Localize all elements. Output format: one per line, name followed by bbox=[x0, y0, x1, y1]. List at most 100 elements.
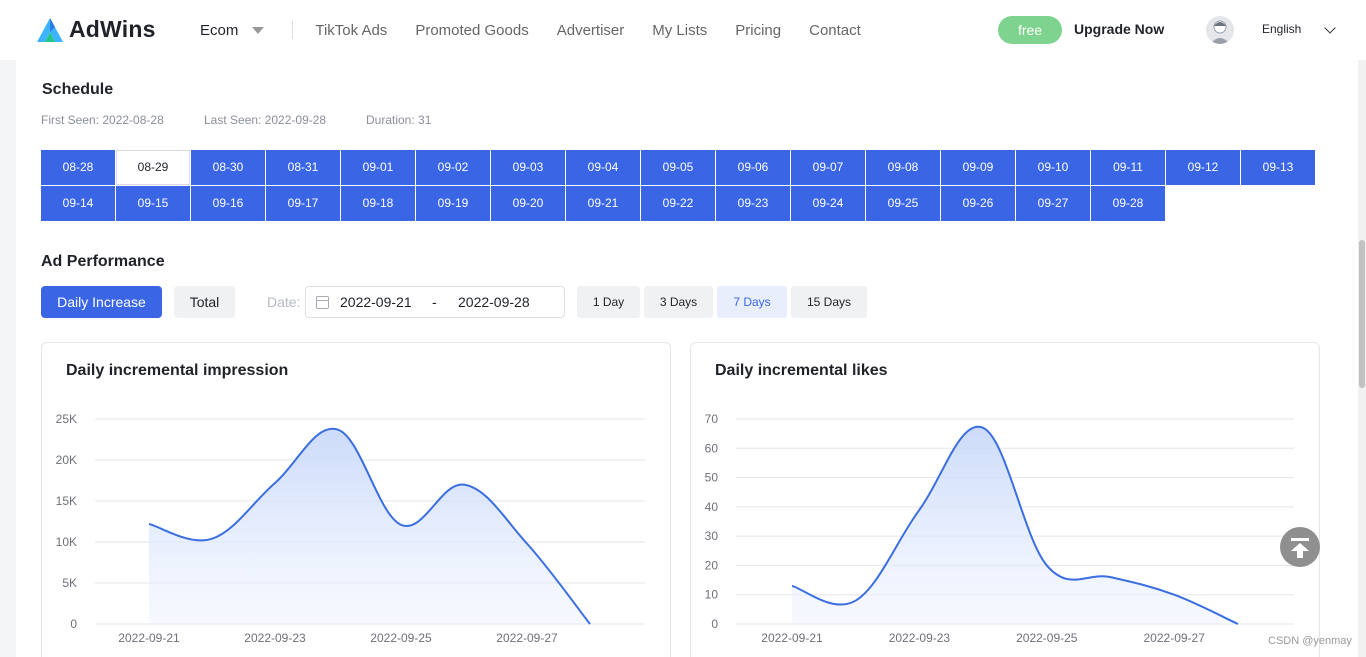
schedule-date-cell[interactable]: 09-10 bbox=[1016, 150, 1090, 185]
schedule-date-cell[interactable]: 09-11 bbox=[1091, 150, 1165, 185]
date-label: Date: bbox=[267, 294, 301, 310]
ecom-dropdown[interactable]: Ecom bbox=[200, 21, 265, 39]
avatar[interactable] bbox=[1206, 16, 1234, 44]
schedule-date-cell[interactable]: 08-31 bbox=[266, 150, 340, 185]
schedule-calendar: 08-28 08-29 08-30 08-31 09-01 09-02 09-03 09-04… bbox=[41, 150, 1317, 221]
series-area bbox=[149, 428, 590, 624]
y-tick-label: 5K bbox=[62, 576, 77, 590]
range-start-input[interactable]: 2022-09-21 bbox=[340, 294, 412, 310]
last-seen: Last Seen: 2022-09-28 bbox=[204, 113, 327, 127]
x-tick-label: 2022-09-23 bbox=[889, 631, 951, 645]
schedule-date-cell[interactable]: 09-20 bbox=[491, 186, 565, 221]
x-tick-label: 2022-09-23 bbox=[244, 631, 306, 645]
arrow-up-icon bbox=[1297, 550, 1303, 558]
range-separator: - bbox=[432, 294, 437, 310]
impression-chart-card: Daily incremental impression 0 5K 10K 15K 20… bbox=[41, 342, 671, 657]
schedule-date-cell[interactable]: 09-23 bbox=[716, 186, 790, 221]
range-end-input[interactable]: 2022-09-28 bbox=[458, 294, 530, 310]
schedule-date-cell[interactable]: 09-03 bbox=[491, 150, 565, 185]
ecom-label: Ecom bbox=[200, 21, 239, 39]
scrollbar-thumb[interactable] bbox=[1359, 240, 1365, 388]
y-tick-label: 0 bbox=[70, 617, 77, 631]
schedule-date-cell[interactable]: 09-27 bbox=[1016, 186, 1090, 221]
schedule-title: Schedule bbox=[42, 81, 114, 98]
date-range-picker[interactable]: 2022-09-21 - 2022-09-28 bbox=[305, 286, 565, 318]
x-tick-label: 2022-09-21 bbox=[118, 631, 180, 645]
schedule-date-cell[interactable]: 09-21 bbox=[566, 186, 640, 221]
schedule-date-cell[interactable]: 08-30 bbox=[191, 150, 265, 185]
main-nav: Ecom TikTok Ads Promoted Goods Advertise… bbox=[200, 0, 889, 60]
schedule-date-cell[interactable]: 09-25 bbox=[866, 186, 940, 221]
ad-performance-title: Ad Performance bbox=[41, 253, 165, 270]
nav-promoted-goods[interactable]: Promoted Goods bbox=[415, 22, 528, 39]
back-to-top-button[interactable] bbox=[1280, 527, 1320, 567]
range-3-days-button[interactable]: 3 Days bbox=[644, 286, 713, 318]
daily-increase-button[interactable]: Daily Increase bbox=[41, 286, 162, 318]
schedule-date-cell[interactable]: 09-12 bbox=[1166, 150, 1240, 185]
brand-logo[interactable]: AdWins bbox=[36, 16, 156, 43]
schedule-date-cell[interactable]: 09-07 bbox=[791, 150, 865, 185]
schedule-date-cell[interactable]: 09-16 bbox=[191, 186, 265, 221]
y-tick-label: 0 bbox=[711, 617, 718, 631]
top-header: AdWins Ecom TikTok Ads Promoted Goods Ad… bbox=[0, 0, 1366, 60]
schedule-date-cell[interactable]: 09-18 bbox=[341, 186, 415, 221]
plan-badge: free bbox=[998, 16, 1062, 44]
likes-chart: 0 10 20 30 40 50 60 70 2022-09-21 2022-09-23 2022-… bbox=[705, 412, 1294, 645]
page-scrollbar[interactable] bbox=[1358, 60, 1366, 657]
y-tick-label: 10 bbox=[705, 588, 719, 602]
schedule-date-cell[interactable]: 09-19 bbox=[416, 186, 490, 221]
schedule-date-cell[interactable]: 09-09 bbox=[941, 150, 1015, 185]
x-tick-label: 2022-09-21 bbox=[761, 631, 823, 645]
schedule-date-cell[interactable]: 09-04 bbox=[566, 150, 640, 185]
nav-divider bbox=[292, 21, 294, 39]
calendar-icon bbox=[316, 296, 329, 309]
range-15-days-button[interactable]: 15 Days bbox=[791, 286, 867, 318]
schedule-date-cell[interactable]: 09-06 bbox=[716, 150, 790, 185]
schedule-date-cell[interactable]: 09-26 bbox=[941, 186, 1015, 221]
schedule-date-cell[interactable]: 09-01 bbox=[341, 150, 415, 185]
upgrade-now-link[interactable]: Upgrade Now bbox=[1074, 21, 1164, 37]
nav-tiktok-ads[interactable]: TikTok Ads bbox=[315, 22, 387, 39]
adwins-logo-icon bbox=[37, 17, 63, 42]
nav-contact[interactable]: Contact bbox=[809, 22, 861, 39]
brand-name: AdWins bbox=[69, 16, 156, 42]
nav-advertiser[interactable]: Advertiser bbox=[557, 22, 625, 39]
range-7-days-button[interactable]: 7 Days bbox=[717, 286, 787, 318]
schedule-date-cell[interactable]: 08-29 bbox=[116, 150, 190, 185]
y-tick-label: 25K bbox=[56, 412, 77, 426]
language-selector[interactable]: English bbox=[1262, 22, 1301, 36]
y-tick-label: 20K bbox=[56, 453, 77, 467]
x-tick-label: 2022-09-27 bbox=[1144, 631, 1206, 645]
x-tick-label: 2022-09-27 bbox=[496, 631, 558, 645]
schedule-date-cell[interactable]: 09-22 bbox=[641, 186, 715, 221]
y-tick-label: 30 bbox=[705, 529, 719, 543]
schedule-date-cell[interactable]: 08-28 bbox=[41, 150, 115, 185]
nav-pricing[interactable]: Pricing bbox=[735, 22, 781, 39]
total-button[interactable]: Total bbox=[174, 286, 235, 318]
watermark: CSDN @yenmay bbox=[1268, 635, 1352, 647]
y-tick-label: 20 bbox=[705, 558, 719, 572]
y-tick-label: 10K bbox=[56, 535, 77, 549]
x-tick-label: 2022-09-25 bbox=[1016, 631, 1078, 645]
chevron-down-icon[interactable] bbox=[1324, 22, 1336, 34]
schedule-date-cell[interactable]: 09-08 bbox=[866, 150, 940, 185]
schedule-date-cell[interactable]: 09-13 bbox=[1241, 150, 1315, 185]
schedule-date-cell[interactable]: 09-28 bbox=[1091, 186, 1165, 221]
chevron-down-icon bbox=[252, 26, 265, 34]
schedule-date-cell[interactable]: 09-14 bbox=[41, 186, 115, 221]
first-seen: First Seen: 2022-08-28 bbox=[41, 113, 164, 127]
y-tick-label: 15K bbox=[56, 494, 77, 508]
nav-my-lists[interactable]: My Lists bbox=[652, 22, 707, 39]
range-1-day-button[interactable]: 1 Day bbox=[577, 286, 640, 318]
y-tick-label: 50 bbox=[705, 471, 719, 485]
y-tick-label: 40 bbox=[705, 500, 719, 514]
schedule-date-cell[interactable]: 09-17 bbox=[266, 186, 340, 221]
schedule-date-cell[interactable]: 09-15 bbox=[116, 186, 190, 221]
schedule-date-cell[interactable]: 09-24 bbox=[791, 186, 865, 221]
y-tick-label: 60 bbox=[705, 441, 719, 455]
x-tick-label: 2022-09-25 bbox=[370, 631, 432, 645]
schedule-date-cell[interactable]: 09-02 bbox=[416, 150, 490, 185]
y-tick-label: 70 bbox=[705, 412, 719, 426]
user-avatar-icon bbox=[1210, 20, 1230, 44]
schedule-date-cell[interactable]: 09-05 bbox=[641, 150, 715, 185]
